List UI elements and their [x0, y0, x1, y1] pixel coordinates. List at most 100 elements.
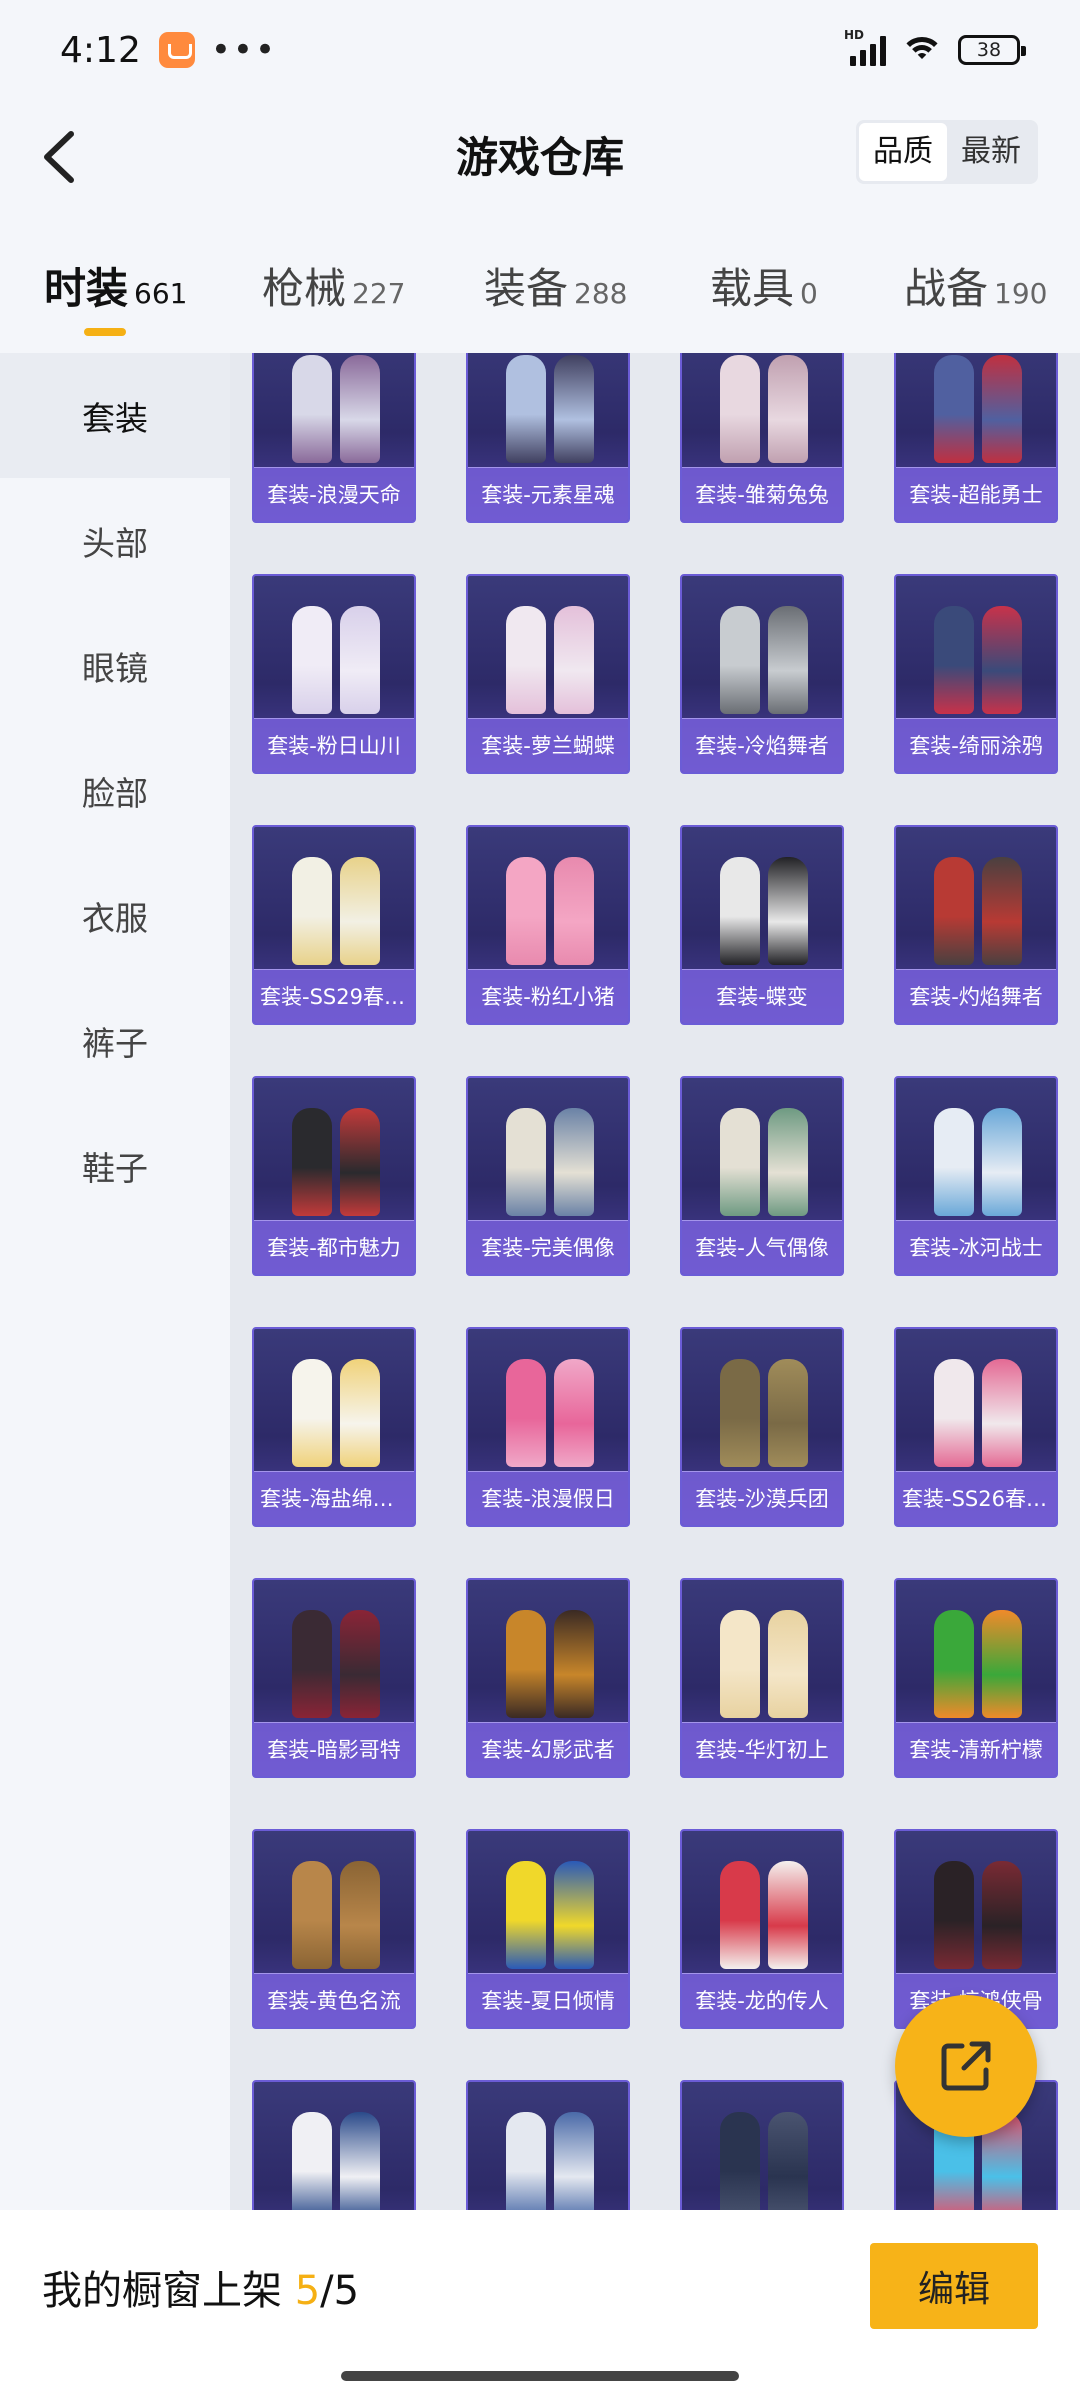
showcase-label: 我的橱窗上架 — [42, 2268, 282, 2314]
sidebar-item-face[interactable]: 脸部 — [0, 728, 230, 853]
sidebar-item-glasses[interactable]: 眼镜 — [0, 603, 230, 728]
outfit-figure — [768, 2112, 808, 2210]
sort-option-quality[interactable]: 品质 — [859, 123, 947, 181]
outfit-figure — [720, 1359, 760, 1467]
outfit-figure — [506, 857, 546, 965]
suit-item-name: 套装-清新柠檬 — [896, 1722, 1056, 1776]
active-tab-indicator — [84, 328, 126, 336]
outfit-figure — [292, 1610, 332, 1718]
suit-item-card[interactable]: 套装-黄色名流 — [252, 1829, 416, 2029]
tab-count: 288 — [574, 277, 628, 310]
outfit-figure — [340, 1108, 380, 1216]
outfit-figure — [340, 606, 380, 714]
suit-item-card[interactable]: 套装-完美偶像 — [466, 1076, 630, 1276]
tab-vehicles[interactable]: 载具 0 — [710, 255, 818, 316]
suit-item-name: 套装-绮丽涂鸦 — [896, 718, 1056, 772]
suit-item-card[interactable]: 套装-龙的传人 — [680, 1829, 844, 2029]
suit-item-card[interactable]: 套装-蝶变 — [680, 825, 844, 1025]
outfit-figure — [768, 1610, 808, 1718]
tab-supplies[interactable]: 战备 190 — [904, 255, 1047, 316]
outfit-figure — [720, 355, 760, 463]
suit-thumbnail — [486, 594, 614, 714]
suit-thumbnail — [272, 2100, 400, 2210]
sidebar-item-pants[interactable]: 裤子 — [0, 978, 230, 1103]
suit-item-card[interactable]: 套装-暗影哥特 — [252, 1578, 416, 1778]
sort-option-newest[interactable]: 最新 — [947, 123, 1035, 181]
outfit-figure — [340, 355, 380, 463]
suit-item-name: 套装-沙漠兵团 — [682, 1471, 842, 1525]
outfit-figure — [720, 606, 760, 714]
suit-item-name: 套装-蝶变 — [682, 969, 842, 1023]
suit-item-card[interactable]: 套装-元素星魂 — [466, 353, 630, 523]
outfit-figure — [506, 355, 546, 463]
battery-icon: 38 — [958, 35, 1026, 65]
outfit-figure — [554, 606, 594, 714]
suit-item-card[interactable]: 套装-竞技名士 — [466, 2080, 630, 2210]
suit-item-name: 套装-夏日倾情 — [468, 1973, 628, 2027]
category-tabs: 时装 661 枪械 227 装备 288 载具 0 战备 190 — [0, 245, 1080, 355]
tab-label: 时装 — [44, 264, 129, 313]
sidebar-item-head[interactable]: 头部 — [0, 478, 230, 603]
suit-item-card[interactable]: 套装-清新柠檬 — [894, 1578, 1058, 1778]
suit-thumbnail — [486, 1096, 614, 1216]
suit-item-card[interactable]: 套装-华灯初上 — [680, 1578, 844, 1778]
suit-item-card[interactable]: 套装-深蓝色西装 — [680, 2080, 844, 2210]
sidebar-item-shoes[interactable]: 鞋子 — [0, 1103, 230, 1228]
suit-item-card[interactable]: 套装-绮丽涂鸦 — [894, 574, 1058, 774]
outfit-figure — [982, 606, 1022, 714]
suit-thumbnail — [486, 1849, 614, 1969]
sidebar-item-suits[interactable]: 套装 — [0, 353, 230, 478]
outfit-figure — [982, 857, 1022, 965]
warehouse-screen: 4:12 ••• HD 38 游戏仓库 品质 最新 时装 661 枪械 227 … — [0, 0, 1080, 2400]
suit-item-name: 套装-幻影武者 — [468, 1722, 628, 1776]
suit-item-card[interactable]: 套装-雏菊兔兔 — [680, 353, 844, 523]
home-indicator[interactable] — [341, 2371, 739, 2381]
suit-thumbnail — [700, 1849, 828, 1969]
status-icons: HD 38 — [844, 28, 1026, 67]
suit-item-card[interactable]: 套装-SS29春季套装 — [252, 825, 416, 1025]
suit-item-card[interactable]: 套装-海盐绵绵冰 — [252, 1327, 416, 1527]
suit-item-card[interactable]: 套装-浪漫天命 — [252, 353, 416, 523]
suit-item-card[interactable]: 套装-冷焰舞者 — [680, 574, 844, 774]
tab-firearms[interactable]: 枪械 227 — [262, 255, 405, 316]
suit-item-card[interactable]: 套装-超能勇士 — [894, 353, 1058, 523]
outfit-figure — [506, 1610, 546, 1718]
outfit-figure — [292, 355, 332, 463]
suit-item-card[interactable]: 套装-人气偶像 — [680, 1076, 844, 1276]
suit-thumbnail — [700, 1347, 828, 1467]
edit-button[interactable]: 编辑 — [870, 2243, 1038, 2329]
suit-item-card[interactable]: 套装-萝兰蝴蝶 — [466, 574, 630, 774]
suit-item-name: 套装-龙的传人 — [682, 1973, 842, 2027]
sidebar-item-clothes[interactable]: 衣服 — [0, 853, 230, 978]
tab-equipment[interactable]: 装备 288 — [484, 255, 627, 316]
suit-thumbnail — [272, 1598, 400, 1718]
share-button[interactable] — [895, 1995, 1037, 2137]
suit-thumbnail — [914, 353, 1042, 463]
outfit-figure — [554, 1359, 594, 1467]
suit-item-name: 套装-浪漫假日 — [468, 1471, 628, 1525]
suit-item-card[interactable]: 套装-沙漠兵团 — [680, 1327, 844, 1527]
suit-item-name: 套装-黄色名流 — [254, 1973, 414, 2027]
sort-toggle: 品质 最新 — [856, 120, 1038, 184]
suit-item-name: 套装-完美偶像 — [468, 1220, 628, 1274]
suit-item-card[interactable]: 套装-灼焰舞者 — [894, 825, 1058, 1025]
suit-item-card[interactable]: 套装-幻影武者 — [466, 1578, 630, 1778]
item-grid-area[interactable]: 套装-浪漫天命 套装-元素星魂 套装-雏菊兔兔 套装-超能勇士套装-粉日山川 套装-萝兰… — [230, 353, 1080, 2210]
back-button[interactable] — [24, 122, 94, 192]
suit-thumbnail — [700, 1096, 828, 1216]
suit-item-card[interactable]: 套装-夏日倾情 — [466, 1829, 630, 2029]
suit-item-card[interactable]: 套装-冰河战士 — [894, 1076, 1058, 1276]
suit-item-card[interactable]: 套装-SS26春季套装 — [894, 1327, 1058, 1527]
suit-thumbnail — [272, 845, 400, 965]
more-notifications-icon: ••• — [210, 30, 278, 70]
suit-thumbnail — [272, 353, 400, 463]
suit-item-name: 套装-暗影哥特 — [254, 1722, 414, 1776]
suit-item-card[interactable]: 套装-粉红小猪 — [466, 825, 630, 1025]
suit-item-card[interactable]: 套装-浪漫假日 — [466, 1327, 630, 1527]
suit-item-card[interactable]: 套装-粉日山川 — [252, 574, 416, 774]
suit-item-card[interactable]: 套装-都市魅力 — [252, 1076, 416, 1276]
suit-item-card[interactable]: 套装-锦衣飞扬 — [252, 2080, 416, 2210]
tab-fashion[interactable]: 时装 661 — [44, 255, 187, 336]
suit-thumbnail — [700, 594, 828, 714]
suit-thumbnail — [486, 2100, 614, 2210]
